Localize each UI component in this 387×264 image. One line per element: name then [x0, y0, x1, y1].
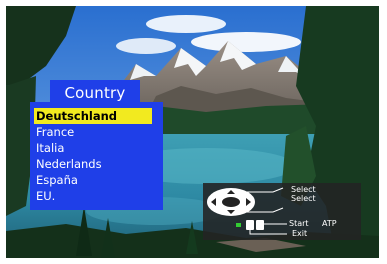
remote-control-graphic — [207, 187, 287, 235]
start-button-icon — [236, 223, 241, 227]
help-select-up: Select — [291, 185, 316, 194]
remote-help-panel: Select Select Start ATP Exit — [203, 183, 361, 240]
country-option[interactable]: Deutschland — [34, 108, 152, 124]
atp-button-icon — [246, 220, 254, 230]
help-start: Start — [289, 219, 309, 228]
exit-button-icon — [256, 220, 264, 230]
country-option[interactable]: Nederlands — [36, 156, 102, 172]
country-option[interactable]: España — [36, 172, 78, 188]
country-option[interactable]: Italia — [36, 140, 64, 156]
help-atp: ATP — [322, 219, 337, 228]
tv-screen: Country Deutschland France Italia Nederl… — [6, 6, 379, 258]
help-exit: Exit — [292, 229, 308, 238]
country-option[interactable]: France — [36, 124, 74, 140]
help-select-down: Select — [291, 194, 316, 203]
country-option[interactable]: EU. — [36, 188, 55, 204]
country-list: Deutschland France Italia Nederlands Esp… — [30, 102, 163, 210]
